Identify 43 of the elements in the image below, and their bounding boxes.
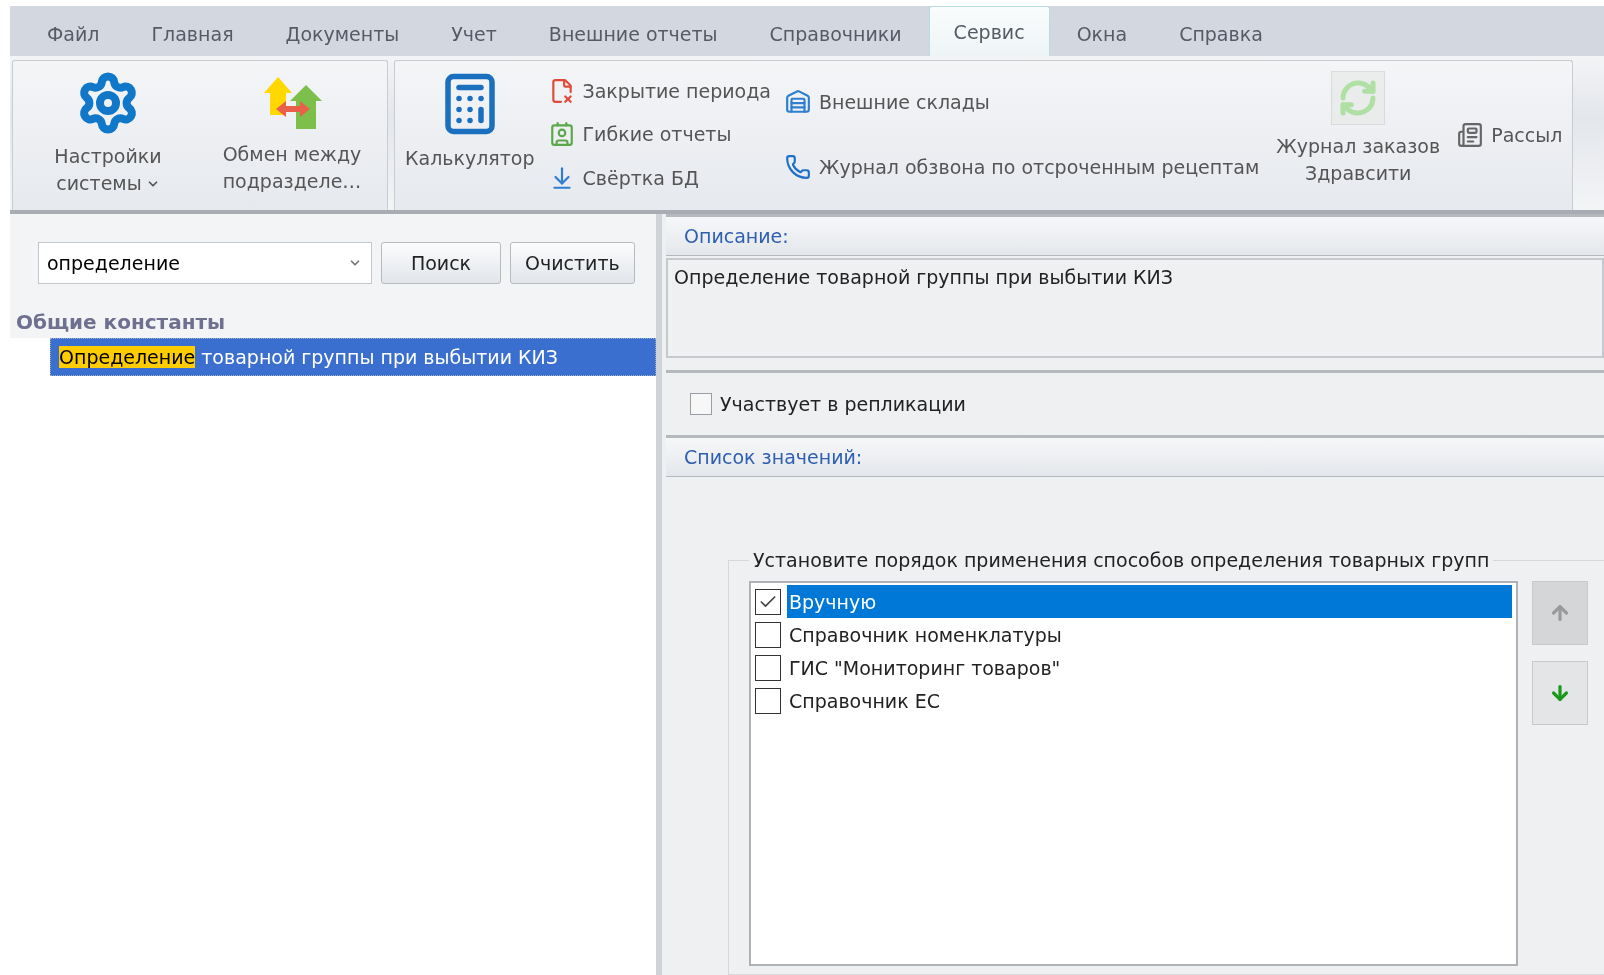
- menu-tab[interactable]: Главная: [126, 10, 259, 56]
- ribbon-button[interactable]: Гибкие отчеты: [548, 121, 771, 148]
- ribbon-button[interactable]: Внешние склады: [784, 88, 1260, 115]
- menu-tab[interactable]: Окна: [1051, 10, 1153, 56]
- tree-group-title: Общие константы: [10, 306, 656, 338]
- menu-tab[interactable]: Внешние отчеты: [523, 10, 743, 56]
- menu-tab[interactable]: Сервис: [928, 6, 1050, 56]
- refresh-icon: [1331, 71, 1386, 125]
- tree-item[interactable]: Определение товарной группы при выбытии КИЗ: [50, 338, 656, 376]
- ribbon-button[interactable]: Настройки системы: [23, 63, 193, 206]
- ribbon-button[interactable]: Обмен между подразделе…: [207, 63, 377, 206]
- menu-tab[interactable]: Файл: [22, 10, 125, 56]
- ribbon-button[interactable]: Рассыл: [1457, 121, 1563, 148]
- description-text: Определение товарной группы при выбытии КИЗ: [666, 258, 1604, 358]
- menu-tab[interactable]: Справочники: [744, 10, 927, 56]
- section-header: Описание:: [666, 214, 1604, 256]
- checkbox[interactable]: [690, 393, 712, 415]
- group-legend: Установите порядок применения способов определения товарных групп: [749, 549, 1494, 571]
- ribbon-button[interactable]: Свёртка БД: [548, 165, 771, 192]
- checkbox[interactable]: [755, 621, 781, 648]
- menu-tab[interactable]: Учет: [426, 10, 522, 56]
- ribbon-button[interactable]: Закрытие периода: [548, 77, 771, 104]
- list-item[interactable]: Справочник ЕС: [787, 684, 1512, 717]
- clear-button[interactable]: Очистить: [510, 242, 635, 284]
- warehouse-icon: [784, 88, 811, 115]
- checkbox[interactable]: [755, 687, 781, 714]
- menu-tab[interactable]: Документы: [260, 10, 425, 56]
- ribbon-button[interactable]: Калькулятор: [405, 63, 535, 206]
- search-field[interactable]: определение: [38, 242, 372, 284]
- newspaper-icon: [1457, 121, 1484, 148]
- list-item[interactable]: ГИС "Мониторинг товаров": [787, 651, 1512, 684]
- section-header: Список значений:: [666, 435, 1604, 477]
- contact-card-icon: [548, 121, 575, 148]
- menu-tab[interactable]: Справка: [1154, 10, 1288, 56]
- checkbox[interactable]: [755, 588, 781, 615]
- ribbon-button[interactable]: Журнал обзвона по отсроченным рецептам: [784, 154, 1260, 181]
- move-down-button[interactable]: [1532, 661, 1588, 725]
- checkbox[interactable]: [755, 654, 781, 681]
- list-item[interactable]: Справочник номенклатуры: [787, 618, 1512, 651]
- phone-icon: [784, 154, 811, 181]
- checkbox-label: Участвует в репликации: [720, 393, 966, 415]
- search-button[interactable]: Поиск: [381, 242, 501, 284]
- list-item[interactable]: Вручную: [787, 585, 1512, 618]
